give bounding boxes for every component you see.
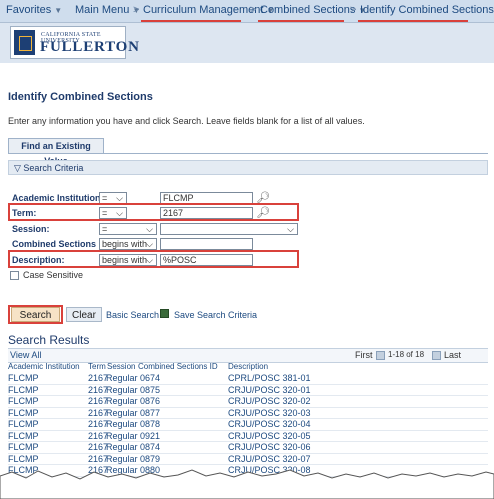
- session-operator[interactable]: = ⌵: [99, 223, 157, 235]
- row-institution[interactable]: FLCMP: [8, 431, 39, 441]
- row-institution[interactable]: FLCMP: [8, 385, 39, 395]
- row-institution[interactable]: FLCMP: [8, 454, 39, 464]
- chevron-down-icon: ⌵: [146, 239, 153, 249]
- university-logo: CALIFORNIA STATE UNIVERSITY FULLERTON: [10, 26, 139, 59]
- save-icon[interactable]: [160, 309, 169, 318]
- row-description[interactable]: CRJU/POSC 320-05: [228, 431, 311, 441]
- row-session[interactable]: Regular 0921: [106, 431, 160, 441]
- case-sensitive-checkbox[interactable]: [10, 271, 19, 280]
- highlight-underline: [258, 20, 344, 22]
- breadcrumb-separator: >: [133, 4, 140, 16]
- highlight-underline: [141, 20, 241, 22]
- clear-button[interactable]: Clear: [66, 307, 102, 322]
- session-label: Session:: [12, 224, 50, 234]
- breadcrumb-separator: >: [350, 4, 357, 16]
- row-session[interactable]: Regular 0877: [106, 408, 160, 418]
- description-operator[interactable]: begins with ⌵: [99, 254, 157, 266]
- table-row[interactable]: FLCMP 2167 Regular 0875 CRJU/POSC 320-01: [8, 385, 488, 396]
- combined-sections-id-input[interactable]: [160, 238, 253, 250]
- chevron-down-icon: ⌵: [146, 255, 153, 265]
- combined-sections-id-operator[interactable]: begins with ⌵: [99, 238, 157, 250]
- instructions-text: Enter any information you have and click…: [8, 116, 365, 126]
- column-header-combined-sections-id[interactable]: Combined Sections ID: [138, 362, 218, 371]
- row-institution[interactable]: FLCMP: [8, 442, 39, 452]
- column-header-session[interactable]: Session: [107, 362, 135, 371]
- lookup-icon[interactable]: 🔎︎: [256, 206, 270, 219]
- previous-page-icon[interactable]: [376, 351, 385, 360]
- tab-divider: [8, 153, 488, 154]
- chevron-down-icon: ⌵: [287, 224, 294, 234]
- row-description[interactable]: CRJU/POSC 320-06: [228, 442, 311, 452]
- row-description[interactable]: CRJU/POSC 320-02: [228, 396, 311, 406]
- term-operator[interactable]: = ⌵: [99, 207, 127, 219]
- session-select[interactable]: ⌵: [160, 223, 298, 235]
- row-session[interactable]: Regular 0879: [106, 454, 160, 464]
- breadcrumb-identify-combined-sections[interactable]: Identify Combined Sections: [360, 4, 494, 16]
- table-row[interactable]: FLCMP 2167 Regular 0921 CRJU/POSC 320-05: [8, 431, 488, 442]
- row-institution[interactable]: FLCMP: [8, 408, 39, 418]
- column-header-academic-institution[interactable]: Academic Institution: [8, 362, 80, 371]
- academic-institution-label: Academic Institution:: [12, 193, 104, 203]
- table-row[interactable]: FLCMP 2167 Regular 0874 CRJU/POSC 320-06: [8, 442, 488, 454]
- table-row[interactable]: FLCMP 2167 Regular 0876 CRJU/POSC 320-02: [8, 396, 488, 408]
- table-row[interactable]: FLCMP 2167 Regular 0674 CPRL/POSC 381-01: [8, 373, 488, 385]
- row-institution[interactable]: FLCMP: [8, 396, 39, 406]
- row-description[interactable]: CPRL/POSC 381-01: [228, 373, 311, 383]
- chevron-down-icon: ⌵: [146, 224, 153, 234]
- column-header-description[interactable]: Description: [228, 362, 268, 371]
- table-row[interactable]: FLCMP 2167 Regular 0878 CRJU/POSC 320-04: [8, 419, 488, 431]
- row-session[interactable]: Regular 0875: [106, 385, 160, 395]
- row-description[interactable]: CRJU/POSC 320-01: [228, 385, 311, 395]
- results-range: 1-18 of 18: [388, 350, 425, 359]
- combined-sections-id-label: Combined Sections ID:: [12, 239, 111, 249]
- chevron-down-icon: ⌵: [116, 193, 123, 203]
- collapse-triangle-icon: ▽: [14, 163, 24, 173]
- search-criteria-label[interactable]: ▽ Search Criteria: [14, 163, 83, 174]
- column-header-term[interactable]: Term: [88, 362, 106, 371]
- row-description[interactable]: CRJU/POSC 320-03: [228, 408, 311, 418]
- favorites-menu[interactable]: Favorites ▼: [6, 4, 62, 16]
- case-sensitive-label: Case Sensitive: [23, 270, 84, 280]
- main-menu[interactable]: Main Menu ▼: [75, 4, 140, 16]
- description-label: Description:: [12, 255, 65, 265]
- row-session[interactable]: Regular 0878: [106, 419, 160, 429]
- term-input[interactable]: 2167: [160, 207, 253, 219]
- table-row[interactable]: FLCMP 2167 Regular 0877 CRJU/POSC 320-03: [8, 408, 488, 419]
- save-search-criteria-link[interactable]: Save Search Criteria: [174, 310, 257, 320]
- row-description[interactable]: CRJU/POSC 320-07: [228, 454, 311, 464]
- row-session[interactable]: Regular 0876: [106, 396, 160, 406]
- results-table: FLCMP 2167 Regular 0674 CPRL/POSC 381-01 FLC…: [8, 373, 488, 477]
- logo-title: FULLERTON: [40, 39, 140, 55]
- tab-find-existing-value[interactable]: Find an Existing Value: [8, 138, 104, 166]
- row-description[interactable]: CRJU/POSC 320-04: [228, 419, 311, 429]
- seal-icon: [14, 30, 35, 55]
- page-title: Identify Combined Sections: [8, 91, 153, 103]
- first-label: First: [355, 350, 373, 360]
- row-session[interactable]: Regular 0674: [106, 373, 160, 383]
- breadcrumb-separator: >: [250, 4, 257, 16]
- term-label: Term:: [12, 208, 37, 218]
- description-input[interactable]: %POSC: [160, 254, 253, 266]
- next-page-icon[interactable]: [432, 351, 441, 360]
- row-session[interactable]: Regular 0874: [106, 442, 160, 452]
- chevron-down-icon: ⌵: [116, 208, 123, 218]
- chevron-down-icon: ▼: [54, 6, 63, 15]
- basic-search-link[interactable]: Basic Search: [106, 310, 159, 320]
- last-label: Last: [444, 350, 462, 360]
- torn-edge: [0, 469, 494, 499]
- view-all-link[interactable]: View All: [10, 350, 41, 360]
- search-button[interactable]: Search: [11, 307, 60, 322]
- row-institution[interactable]: FLCMP: [8, 419, 39, 429]
- search-results-title: Search Results: [8, 333, 90, 347]
- highlight-underline: [358, 20, 468, 22]
- row-institution[interactable]: FLCMP: [8, 373, 39, 383]
